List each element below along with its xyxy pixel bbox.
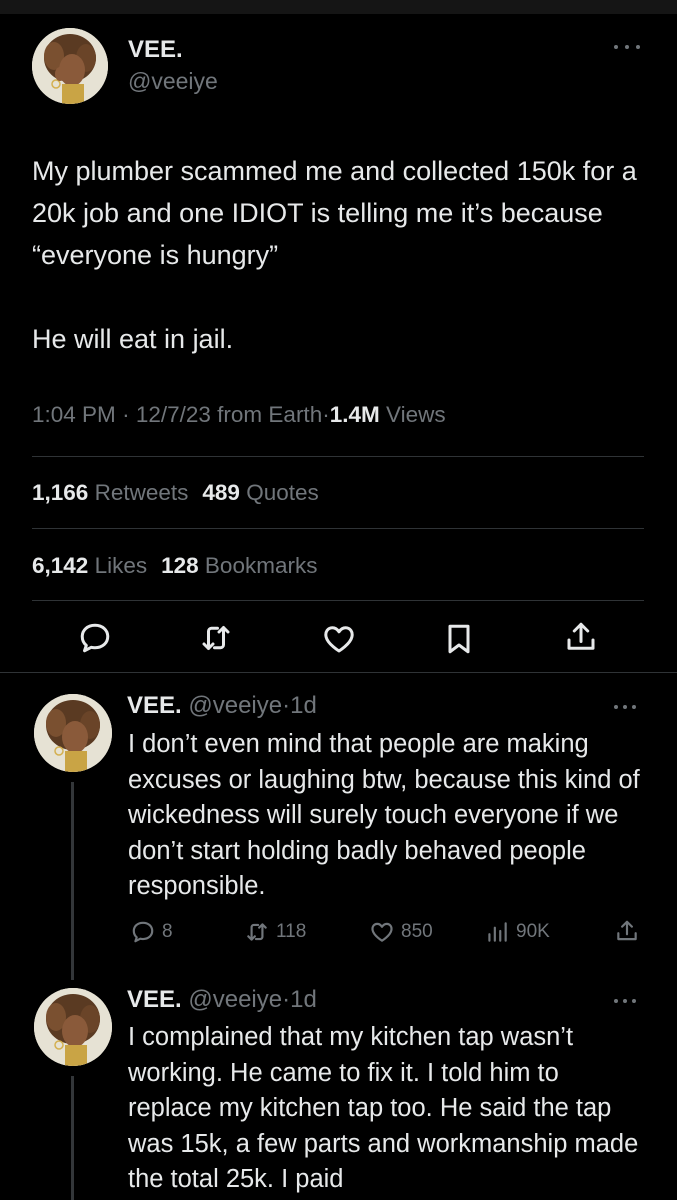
reply-text: I don’t even mind that people are making… bbox=[128, 730, 640, 900]
quotes-count: 489 bbox=[202, 480, 240, 505]
views-button[interactable]: 90K bbox=[484, 919, 550, 945]
tweet-age[interactable]: 1d bbox=[290, 986, 317, 1013]
reply-header: VEE. @veeiye·1d bbox=[127, 986, 317, 1014]
retweets-count: 1,166 bbox=[32, 480, 89, 505]
speech-bubble-icon bbox=[132, 921, 154, 943]
share-button[interactable] bbox=[614, 918, 640, 944]
retweets-stat[interactable]: 1,166 Retweets bbox=[32, 480, 188, 505]
retweet-count: 118 bbox=[276, 921, 307, 942]
avatar[interactable] bbox=[32, 28, 108, 104]
views-label: Views bbox=[386, 402, 446, 427]
views-count: 1.4M bbox=[329, 402, 380, 427]
reply-header: VEE. @veeiye·1d bbox=[127, 692, 317, 720]
reply-button[interactable]: 8 bbox=[130, 919, 173, 945]
meta-dot: · bbox=[282, 986, 291, 1013]
bookmarks-count: 128 bbox=[161, 553, 199, 578]
divider bbox=[32, 456, 644, 457]
display-name[interactable]: VEE. bbox=[127, 692, 182, 719]
repost-stats: 1,166 Retweets 489 Quotes bbox=[32, 480, 319, 506]
retweet-icon bbox=[247, 923, 267, 941]
bar-chart-icon bbox=[488, 922, 507, 942]
retweet-icon[interactable] bbox=[198, 620, 234, 656]
thread-line bbox=[71, 1076, 74, 1200]
meta-dot: · bbox=[122, 402, 130, 427]
likes-label: Likes bbox=[94, 553, 148, 578]
bookmark-icon[interactable] bbox=[441, 621, 477, 657]
status-strip bbox=[0, 0, 677, 14]
tweet-source: from Earth bbox=[217, 402, 323, 427]
engagement-stats: 6,142 Likes 128 Bookmarks bbox=[32, 553, 317, 579]
avatar[interactable] bbox=[34, 694, 112, 772]
retweets-label: Retweets bbox=[94, 480, 189, 505]
speech-bubble-icon[interactable] bbox=[77, 620, 113, 656]
divider bbox=[32, 528, 644, 529]
retweet-button[interactable]: 118 bbox=[244, 919, 306, 945]
share-icon[interactable] bbox=[563, 619, 599, 655]
tweet-age[interactable]: 1d bbox=[290, 692, 317, 719]
heart-icon bbox=[371, 922, 393, 942]
user-handle[interactable]: @veeiye bbox=[188, 692, 282, 719]
reply-count: 8 bbox=[162, 921, 173, 942]
quotes-label: Quotes bbox=[246, 480, 319, 505]
bookmarks-stat[interactable]: 128 Bookmarks bbox=[161, 553, 317, 578]
user-handle[interactable]: @veeiye bbox=[128, 68, 218, 95]
avatar[interactable] bbox=[34, 988, 112, 1066]
thread-line bbox=[71, 782, 74, 980]
heart-icon[interactable] bbox=[321, 621, 357, 657]
tweet-separator bbox=[0, 672, 677, 673]
likes-stat[interactable]: 6,142 Likes bbox=[32, 553, 147, 578]
likes-count: 6,142 bbox=[32, 553, 89, 578]
more-dots-icon[interactable] bbox=[614, 997, 636, 1005]
tweet-time[interactable]: 1:04 PM bbox=[32, 402, 116, 427]
tweet-text: My plumber scammed me and collected 150k… bbox=[32, 156, 637, 354]
tweet-date[interactable]: 12/7/23 bbox=[136, 402, 211, 427]
meta-dot: · bbox=[282, 692, 291, 719]
more-dots-icon[interactable] bbox=[614, 703, 636, 711]
tweet-detail-page: VEE. @veeiye My plumber scammed me and c… bbox=[0, 0, 677, 1200]
display-name[interactable]: VEE. bbox=[127, 986, 182, 1013]
share-icon bbox=[617, 920, 637, 941]
views-count: 90K bbox=[516, 921, 550, 942]
display-name[interactable]: VEE. bbox=[128, 36, 183, 64]
meta-dot: · bbox=[322, 402, 330, 427]
reply-text: I complained that my kitchen tap wasn’t … bbox=[128, 1023, 639, 1193]
divider bbox=[32, 600, 644, 601]
user-handle[interactable]: @veeiye bbox=[188, 986, 282, 1013]
more-dots-icon[interactable] bbox=[614, 43, 640, 51]
like-button[interactable]: 850 bbox=[369, 919, 433, 945]
tweet-meta: 1:04 PM · 12/7/23 from Earth·1.4M Views bbox=[32, 402, 446, 428]
like-count: 850 bbox=[401, 921, 433, 942]
quotes-stat[interactable]: 489 Quotes bbox=[202, 480, 318, 505]
bookmarks-label: Bookmarks bbox=[204, 553, 318, 578]
